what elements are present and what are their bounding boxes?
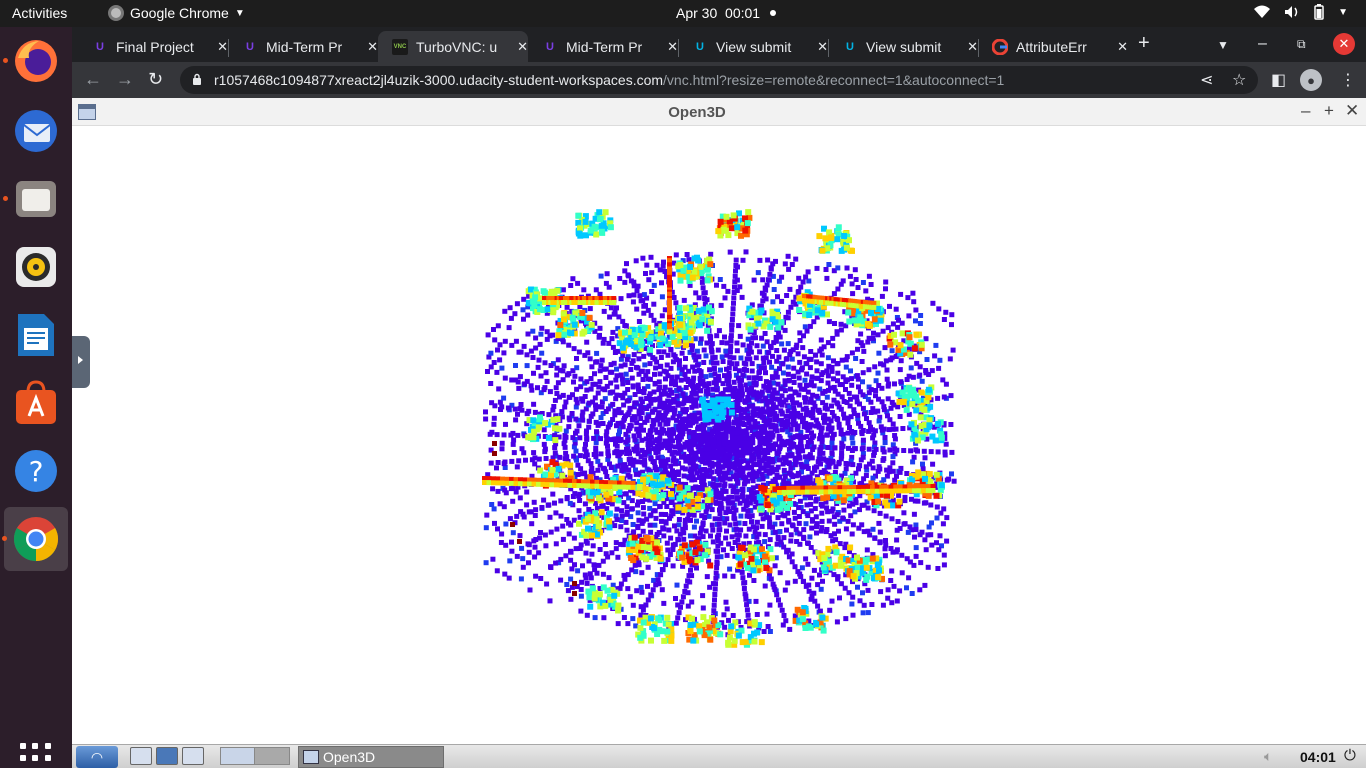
tab-mid-term-2[interactable]: U Mid-Term Pr ✕ bbox=[528, 31, 678, 62]
open3d-maximize-icon[interactable]: + bbox=[1324, 101, 1334, 121]
share-icon[interactable]: ⋖ bbox=[1200, 70, 1213, 90]
libreoffice-writer-icon[interactable] bbox=[12, 311, 60, 359]
tab-mid-term-1[interactable]: U Mid-Term Pr ✕ bbox=[228, 31, 378, 62]
udacity-favicon-icon: U bbox=[846, 40, 854, 53]
tab-attributeerror[interactable]: AttributeErr ✕ bbox=[978, 31, 1128, 62]
gnome-top-bar: Activities Google Chrome ▼ Apr 30 00:01 … bbox=[0, 0, 1366, 27]
remote-taskbar: ◠ Open3D 🔈︎ 04:01 ⏻ bbox=[72, 744, 1366, 768]
svg-text:?: ? bbox=[29, 455, 44, 488]
reload-icon[interactable]: ↻ bbox=[148, 69, 163, 90]
battery-icon bbox=[1314, 4, 1324, 20]
lidar-point-cloud[interactable] bbox=[72, 126, 1366, 744]
workspace-1[interactable] bbox=[220, 747, 256, 765]
novnc-control-bar-handle[interactable] bbox=[72, 336, 90, 388]
profile-avatar-icon[interactable]: ● bbox=[1300, 69, 1322, 91]
taskbar-open3d[interactable]: Open3D bbox=[298, 746, 444, 768]
udacity-favicon-icon: U bbox=[96, 40, 104, 53]
kebab-menu-icon[interactable]: ⋮ bbox=[1340, 70, 1356, 90]
chrome-toolbar: ← → ↻ r1057468c1094877xreact2jl4uzik-300… bbox=[72, 62, 1366, 98]
back-arrow-icon[interactable]: ← bbox=[84, 69, 102, 90]
tab-view-submission-2[interactable]: U View submit ✕ bbox=[828, 31, 978, 62]
vnc-favicon-icon: VNC bbox=[392, 38, 408, 55]
system-menu-chevron-icon: ▼ bbox=[1338, 6, 1348, 18]
chrome-tab-strip: U Final Project ✕ U Mid-Term Pr ✕ VNC Tu… bbox=[72, 27, 1366, 62]
lock-icon[interactable] bbox=[192, 73, 202, 86]
vnc-remote-desktop[interactable]: Open3D – + ✕ bbox=[72, 98, 1366, 768]
address-bar[interactable]: r1057468c1094877xreact2jl4uzik-3000.udac… bbox=[180, 66, 1258, 94]
new-tab-plus-icon[interactable]: + bbox=[1138, 32, 1150, 55]
close-window-icon[interactable]: ✕ bbox=[1333, 33, 1355, 55]
url-host: r1057468c1094877xreact2jl4uzik-3000.udac… bbox=[214, 72, 664, 88]
show-desktop-icon[interactable] bbox=[182, 747, 204, 765]
tab-close-icon[interactable]: ✕ bbox=[517, 39, 528, 55]
tab-turbovnc[interactable]: VNC TurboVNC: u ✕ bbox=[378, 31, 528, 62]
running-indicator bbox=[2, 536, 7, 541]
bookmark-star-icon[interactable]: ☆ bbox=[1232, 70, 1246, 90]
tab-view-submission-1[interactable]: U View submit ✕ bbox=[678, 31, 828, 62]
files-icon[interactable] bbox=[3, 175, 60, 223]
power-icon[interactable]: ⏻ bbox=[1344, 747, 1356, 764]
wifi-icon bbox=[1254, 5, 1271, 18]
open3d-window-title: Open3D bbox=[668, 104, 726, 121]
taskbar-open3d-label: Open3D bbox=[323, 749, 376, 765]
thunderbird-icon[interactable] bbox=[12, 107, 60, 155]
tab-close-icon[interactable]: ✕ bbox=[967, 39, 978, 55]
firefox-icon[interactable] bbox=[3, 37, 60, 85]
start-menu-icon[interactable]: ◠ bbox=[76, 746, 118, 768]
chevron-down-icon: ▼ bbox=[234, 7, 245, 19]
udacity-favicon-icon: U bbox=[246, 40, 254, 53]
minimize-icon[interactable]: – bbox=[1258, 35, 1267, 53]
app-menu[interactable]: Google Chrome ▼ bbox=[108, 5, 245, 21]
google-favicon-icon bbox=[992, 38, 1008, 55]
tab-close-icon[interactable]: ✕ bbox=[817, 39, 828, 55]
open3d-title-bar[interactable]: Open3D – + ✕ bbox=[72, 98, 1366, 126]
ubuntu-software-icon[interactable] bbox=[12, 379, 60, 427]
restore-icon[interactable]: ⧉ bbox=[1297, 37, 1306, 52]
point-cloud-viewport[interactable] bbox=[72, 126, 1366, 744]
window-icon bbox=[303, 750, 319, 764]
file-manager-icon[interactable] bbox=[130, 747, 152, 765]
date-label: Apr 30 bbox=[676, 5, 718, 21]
chrome-app-icon bbox=[108, 5, 124, 21]
running-indicator bbox=[3, 196, 8, 201]
url-path: /vnc.html?resize=remote&reconnect=1&auto… bbox=[663, 72, 1005, 88]
workspace-2[interactable] bbox=[254, 747, 290, 765]
activities-button[interactable]: Activities bbox=[12, 5, 67, 21]
tab-close-icon[interactable]: ✕ bbox=[367, 39, 378, 55]
tab-close-icon[interactable]: ✕ bbox=[217, 39, 228, 55]
panel-clock[interactable]: 04:01 bbox=[1300, 749, 1336, 765]
open3d-minimize-icon[interactable]: – bbox=[1301, 101, 1310, 121]
date-time[interactable]: Apr 30 00:01 bbox=[676, 5, 777, 21]
udacity-favicon-icon: U bbox=[696, 40, 704, 53]
running-indicator bbox=[3, 58, 8, 63]
tab-close-icon[interactable]: ✕ bbox=[1117, 39, 1128, 55]
volume-icon bbox=[1285, 6, 1298, 18]
rhythmbox-icon[interactable] bbox=[12, 243, 60, 291]
open3d-close-icon[interactable]: ✕ bbox=[1345, 101, 1359, 121]
tab-search-chevron-icon[interactable]: ▼ bbox=[1217, 38, 1229, 52]
ubuntu-dock: ? bbox=[0, 27, 72, 774]
help-icon[interactable]: ? bbox=[12, 447, 60, 495]
show-applications-icon[interactable] bbox=[20, 743, 52, 775]
chrome-icon[interactable] bbox=[2, 507, 68, 571]
app-menu-label: Google Chrome bbox=[130, 5, 229, 21]
terminal-icon[interactable] bbox=[156, 747, 178, 765]
volume-icon[interactable]: 🔈︎ bbox=[1264, 748, 1272, 765]
time-label: 00:01 bbox=[725, 5, 761, 21]
tab-close-icon[interactable]: ✕ bbox=[667, 39, 678, 55]
udacity-favicon-icon: U bbox=[546, 40, 554, 53]
tab-final-project[interactable]: U Final Project ✕ bbox=[78, 31, 228, 62]
system-tray[interactable]: ▼ bbox=[1254, 4, 1348, 20]
side-panel-icon[interactable]: ◧ bbox=[1271, 70, 1286, 90]
forward-arrow-icon[interactable]: → bbox=[116, 69, 134, 90]
notification-dot-icon bbox=[770, 10, 777, 16]
